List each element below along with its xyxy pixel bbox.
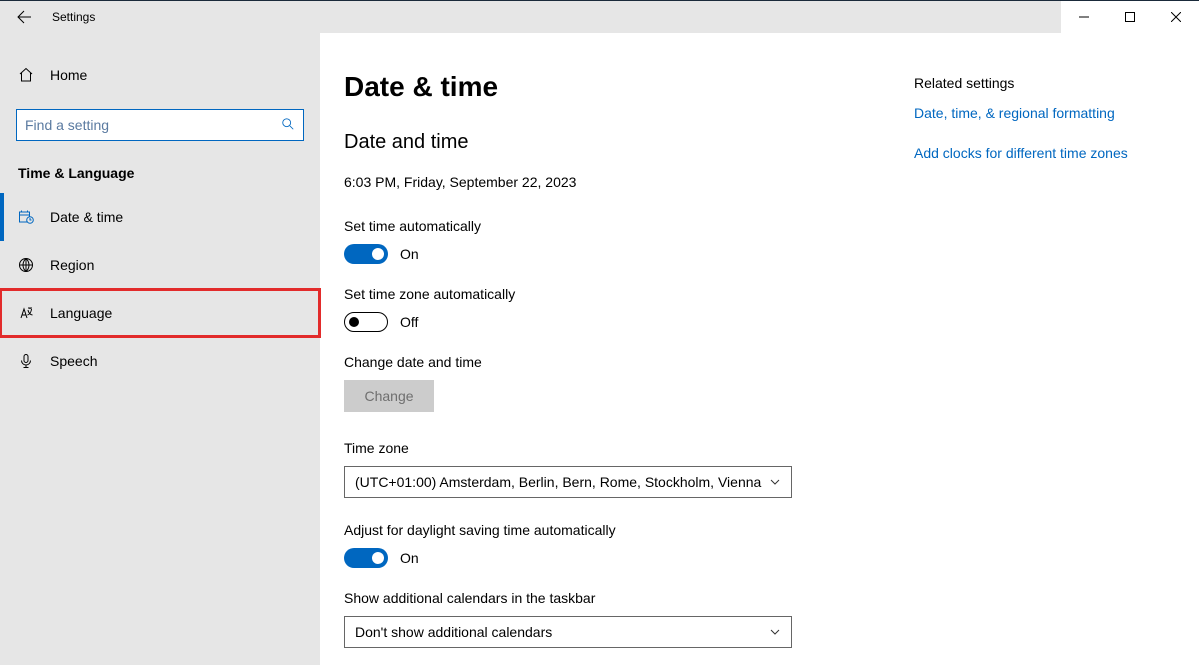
sidebar-item-date-time[interactable]: Date & time xyxy=(0,193,320,241)
related-link-formatting[interactable]: Date, time, & regional formatting xyxy=(914,105,1128,121)
arrow-left-icon xyxy=(16,9,32,25)
sidebar-item-speech[interactable]: Speech xyxy=(0,337,320,385)
dst-label: Adjust for daylight saving time automati… xyxy=(344,522,914,538)
sidebar-item-label: Date & time xyxy=(50,209,123,225)
chevron-down-icon xyxy=(769,626,781,638)
maximize-button[interactable] xyxy=(1107,1,1153,33)
titlebar-title: Settings xyxy=(48,10,95,24)
close-icon xyxy=(1171,12,1181,22)
language-icon xyxy=(18,305,34,321)
set-tz-auto-state: Off xyxy=(400,314,418,330)
set-time-auto-state: On xyxy=(400,246,419,262)
set-time-auto-toggle[interactable] xyxy=(344,244,388,264)
globe-icon xyxy=(18,257,34,273)
sidebar: Home Time & Language Date & time Reg xyxy=(0,33,320,665)
sidebar-item-label: Region xyxy=(50,257,94,273)
dst-toggle[interactable] xyxy=(344,548,388,568)
date-time-icon xyxy=(18,209,34,225)
maximize-icon xyxy=(1125,12,1135,22)
sidebar-item-label: Speech xyxy=(50,353,97,369)
timezone-label: Time zone xyxy=(344,440,914,456)
dst-state: On xyxy=(400,550,419,566)
minimize-button[interactable] xyxy=(1061,1,1107,33)
add-cal-value: Don't show additional calendars xyxy=(355,624,552,640)
change-dt-label: Change date and time xyxy=(344,354,914,370)
titlebar-left: Settings xyxy=(0,1,320,33)
current-time: 6:03 PM, Friday, September 22, 2023 xyxy=(344,174,914,190)
add-cal-label: Show additional calendars in the taskbar xyxy=(344,590,914,606)
sidebar-item-language[interactable]: Language xyxy=(0,289,320,337)
page-title: Date & time xyxy=(344,71,914,103)
search-input[interactable] xyxy=(25,117,281,133)
timezone-select[interactable]: (UTC+01:00) Amsterdam, Berlin, Bern, Rom… xyxy=(344,466,792,498)
set-tz-auto-label: Set time zone automatically xyxy=(344,286,914,302)
window-controls xyxy=(1061,1,1199,33)
set-time-auto-row: On xyxy=(344,244,914,264)
add-cal-select[interactable]: Don't show additional calendars xyxy=(344,616,792,648)
set-time-auto-label: Set time automatically xyxy=(344,218,914,234)
sidebar-section-header: Time & Language xyxy=(0,141,320,193)
dst-row: On xyxy=(344,548,914,568)
related-link-add-clocks[interactable]: Add clocks for different time zones xyxy=(914,145,1128,161)
related-heading: Related settings xyxy=(914,75,1128,91)
related-settings: Related settings Date, time, & regional … xyxy=(914,71,1128,665)
home-icon xyxy=(18,67,34,83)
sidebar-home[interactable]: Home xyxy=(0,55,320,95)
set-tz-auto-row: Off xyxy=(344,312,914,332)
mic-icon xyxy=(18,353,34,369)
main-left: Date & time Date and time 6:03 PM, Frida… xyxy=(344,71,914,665)
sidebar-home-label: Home xyxy=(50,67,87,83)
set-tz-auto-toggle[interactable] xyxy=(344,312,388,332)
search-icon xyxy=(281,117,295,134)
chevron-down-icon xyxy=(769,476,781,488)
sidebar-item-label: Language xyxy=(50,305,112,321)
settings-window: Settings Home xyxy=(0,0,1199,665)
main-panel: Date & time Date and time 6:03 PM, Frida… xyxy=(320,33,1199,665)
subheading: Date and time xyxy=(344,131,914,154)
close-button[interactable] xyxy=(1153,1,1199,33)
timezone-value: (UTC+01:00) Amsterdam, Berlin, Bern, Rom… xyxy=(355,474,761,490)
sidebar-item-region[interactable]: Region xyxy=(0,241,320,289)
minimize-icon xyxy=(1079,12,1089,22)
search-box[interactable] xyxy=(16,109,304,141)
titlebar: Settings xyxy=(0,1,1199,33)
content-row: Home Time & Language Date & time Reg xyxy=(0,33,1199,665)
back-button[interactable] xyxy=(0,1,48,33)
change-button[interactable]: Change xyxy=(344,380,434,412)
